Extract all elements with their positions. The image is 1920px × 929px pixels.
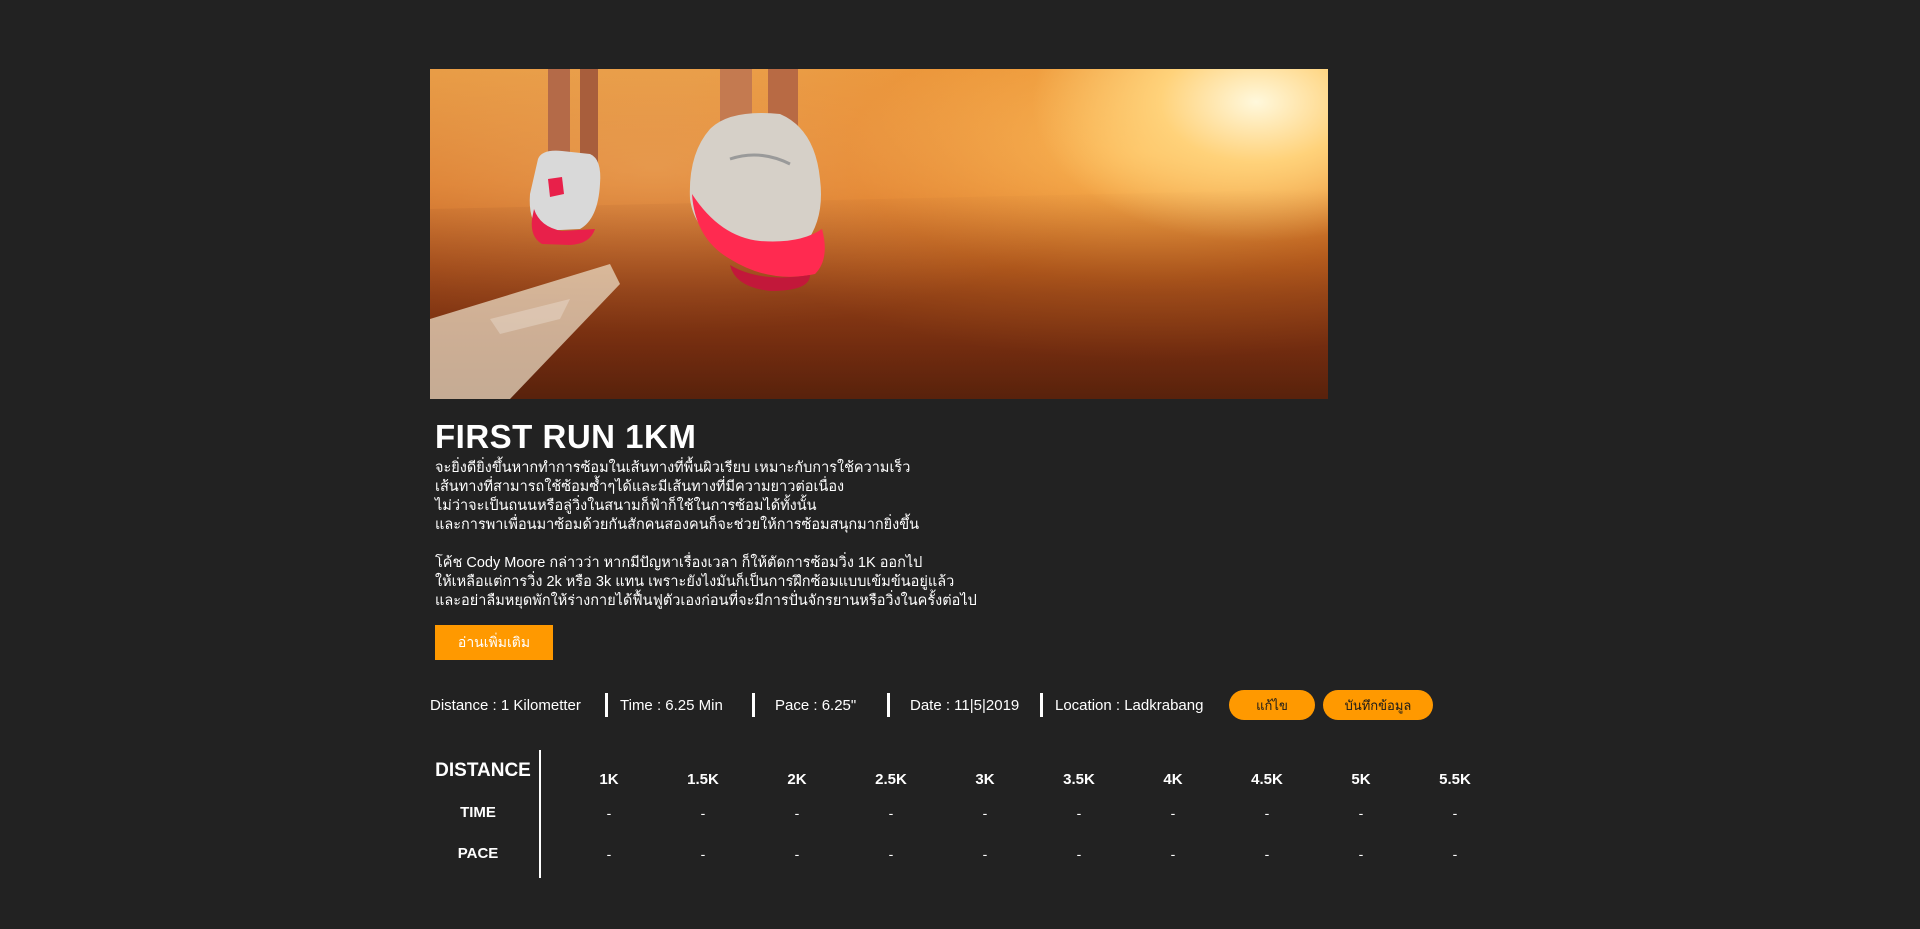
split-time-cell: - xyxy=(1076,805,1082,821)
split-header: 1.5K xyxy=(687,771,719,788)
runner-illustration xyxy=(430,69,1328,399)
split-time-cell: - xyxy=(700,805,706,821)
edit-button[interactable]: แก้ไข xyxy=(1229,690,1315,720)
description-line: และการพาเพื่อนมาซ้อมด้วยกันสักคนสองคนก็จ… xyxy=(435,517,920,533)
split-time-cell: - xyxy=(1358,805,1364,821)
description-line: จะยิ่งดียิ่งขึ้นหากทำการซ้อมในเส้นทางที่… xyxy=(435,460,911,476)
split-header: 2K xyxy=(787,771,807,788)
pace-stat: Pace : 6.25" xyxy=(775,696,857,714)
description-line: และอย่าลืมหยุดพักให้ร่างกายได้ฟื้นฟูตัวเ… xyxy=(435,593,977,609)
post-description: จะยิ่งดียิ่งขึ้นหากทำการซ้อมในเส้นทางที่… xyxy=(435,459,1075,611)
split-time-cell: - xyxy=(1170,805,1176,821)
distance-row-label: DISTANCE xyxy=(435,760,531,781)
read-more-button[interactable]: อ่านเพิ่มเติม xyxy=(435,625,553,660)
split-pace-cell: - xyxy=(794,846,800,862)
run-stats-bar: Distance : 1 Kilometter Time : 6.25 Min … xyxy=(430,690,1433,720)
time-row-label: TIME xyxy=(460,804,496,821)
split-header: 3.5K xyxy=(1063,771,1095,788)
split-pace-cell: - xyxy=(1358,846,1364,862)
divider xyxy=(887,693,890,717)
description-line: เส้นทางที่สามารถใช้ซ้อมซ้ำๆได้และมีเส้นท… xyxy=(435,479,845,495)
split-time-cell: - xyxy=(1264,805,1270,821)
split-header: 5K xyxy=(1351,771,1371,788)
divider xyxy=(605,693,608,717)
split-pace-cell: - xyxy=(888,846,894,862)
splits-grid: 1K 1.5K 2K 2.5K 3K 3.5K 4K 4.5K 5K 5.5K … xyxy=(562,748,1502,878)
split-pace-cell: - xyxy=(1076,846,1082,862)
table-divider xyxy=(539,750,541,878)
pace-row-label: PACE xyxy=(457,845,499,862)
split-pace-cell: - xyxy=(1452,846,1458,862)
split-pace-cell: - xyxy=(982,846,988,862)
split-header: 4.5K xyxy=(1251,771,1283,788)
location-stat: Location : Ladkrabang xyxy=(1055,696,1204,714)
divider xyxy=(1040,693,1043,717)
split-time-cell: - xyxy=(606,805,612,821)
divider xyxy=(752,693,755,717)
split-header: 4K xyxy=(1163,771,1183,788)
description-line: โค้ช Cody Moore กล่าวว่า หากมีปัญหาเรื่อ… xyxy=(435,555,923,571)
date-stat: Date : 11|5|2019 xyxy=(910,696,1020,714)
split-header: 2.5K xyxy=(875,771,907,788)
split-time-cell: - xyxy=(888,805,894,821)
splits-table: DISTANCE TIME PACE 1K 1.5K 2K 2.5K 3K 3.… xyxy=(420,748,1500,878)
split-time-cell: - xyxy=(794,805,800,821)
post-title: FIRST RUN 1KM xyxy=(435,418,697,455)
hero-image xyxy=(430,69,1328,399)
split-header: 1K xyxy=(599,771,619,788)
split-header: 5.5K xyxy=(1439,771,1471,788)
split-pace-cell: - xyxy=(606,846,612,862)
time-stat: Time : 6.25 Min xyxy=(620,696,723,714)
split-time-cell: - xyxy=(1452,805,1458,821)
split-pace-cell: - xyxy=(1170,846,1176,862)
split-pace-cell: - xyxy=(700,846,706,862)
description-line: ไม่ว่าจะเป็นถนนหรือลู่วิ่งในสนามก็ฟ้าก็ใ… xyxy=(435,498,817,514)
split-pace-cell: - xyxy=(1264,846,1270,862)
split-header: 3K xyxy=(975,771,995,788)
save-record-button[interactable]: บันทึกข้อมูล xyxy=(1323,690,1433,720)
description-line: ให้เหลือแต่การวิ่ง 2k หรือ 3k แทน เพราะย… xyxy=(435,574,955,590)
split-time-cell: - xyxy=(982,805,988,821)
distance-stat: Distance : 1 Kilometter xyxy=(430,696,581,714)
